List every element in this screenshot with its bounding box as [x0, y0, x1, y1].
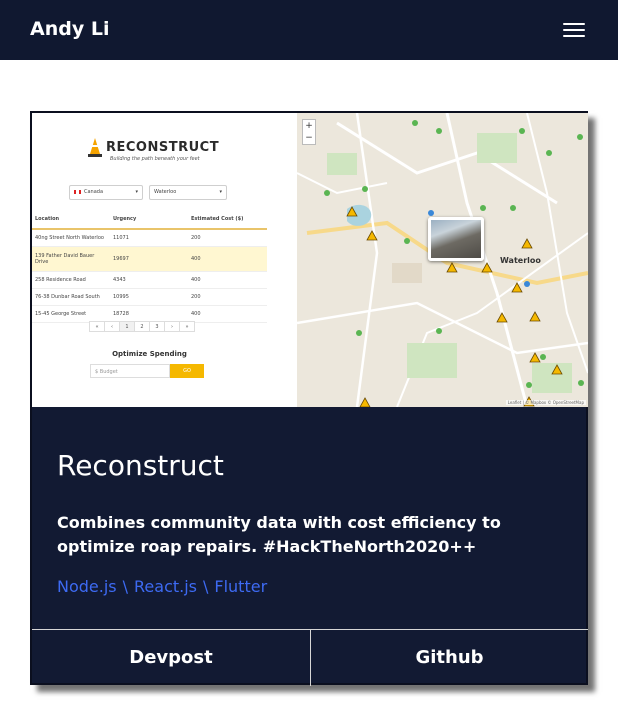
table-cell: 18728 [110, 305, 188, 323]
column-header: Urgency [110, 209, 188, 230]
optimize-spending-title: Optimize Spending [112, 350, 187, 358]
map-city-label: Waterloo [500, 256, 541, 265]
table-row: 40ng Street North Waterloo 11071 200 [32, 229, 267, 247]
traffic-cone-logo-icon [88, 138, 102, 157]
project-title: Reconstruct [57, 449, 224, 482]
devpost-button[interactable]: Devpost [32, 630, 310, 686]
top-navbar: Andy Li [0, 0, 618, 60]
pager-first: « [89, 321, 105, 332]
table-cell: 10995 [110, 288, 188, 306]
preview-city-select: Waterloo ▾ [149, 185, 227, 200]
preview-app-panel: RECONSTRUCT Building the path beneath yo… [32, 113, 297, 407]
pager-page: 2 [134, 321, 150, 332]
project-screenshot: RECONSTRUCT Building the path beneath yo… [32, 113, 588, 407]
table-cell: 15-45 George Street [32, 305, 110, 323]
go-button: GO [170, 364, 204, 378]
hamburger-menu-icon[interactable] [563, 22, 585, 38]
table-row-highlighted: 139 Father David Bauer Drive 19697 400 [32, 246, 267, 272]
table-cell: 200 [188, 288, 267, 306]
card-actions: Devpost Github [32, 629, 588, 686]
zoom-in-icon: + [305, 121, 313, 131]
tag-separator: \ [122, 577, 129, 596]
table-cell: 19697 [110, 246, 188, 272]
column-header: Estimated Cost ($) [188, 209, 267, 230]
table-cell: 4343 [110, 271, 188, 289]
preview-tagline: Building the path beneath your feet [110, 156, 200, 162]
table-row: 258 Residence Road 4343 400 [32, 271, 267, 289]
preview-repairs-table: Location Urgency Estimated Cost ($) 40ng… [32, 209, 267, 323]
table-cell: 400 [188, 305, 267, 323]
hamburger-line [563, 23, 585, 25]
canada-flag-icon [74, 189, 81, 194]
table-row: 15-45 George Street 18728 400 [32, 305, 267, 323]
tag-separator: \ [203, 577, 209, 596]
zoom-out-icon: − [305, 133, 313, 143]
hamburger-line [563, 35, 585, 37]
budget-field: $ Budget [90, 364, 170, 378]
preview-country-select: Canada ▾ [69, 185, 143, 200]
tech-tags: Node.js \ React.js \ Flutter [57, 577, 267, 596]
preview-app-title: RECONSTRUCT [106, 140, 220, 155]
tag-reactjs[interactable]: React.js [134, 577, 197, 596]
project-card: RECONSTRUCT Building the path beneath yo… [30, 111, 588, 686]
chevron-down-icon: ▾ [135, 189, 138, 195]
site-brand[interactable]: Andy Li [30, 18, 109, 40]
table-cell: 400 [188, 271, 267, 289]
pager-last: » [179, 321, 195, 332]
city-value: Waterloo [154, 189, 177, 195]
road-photo-thumbnail [428, 217, 484, 261]
table-header-row: Location Urgency Estimated Cost ($) [32, 209, 267, 230]
table-cell: 40ng Street North Waterloo [32, 229, 110, 247]
pager-page: 3 [149, 321, 165, 332]
pager-prev: ‹ [104, 321, 120, 332]
hamburger-line [563, 29, 585, 31]
table-row: 76-38 Dunbar Road South 10995 200 [32, 288, 267, 306]
preview-pagination: « ‹ 1 2 3 › » [89, 321, 195, 332]
table-cell: 76-38 Dunbar Road South [32, 288, 110, 306]
table-cell: 258 Residence Road [32, 271, 110, 289]
table-cell: 139 Father David Bauer Drive [32, 246, 110, 272]
pager-next: › [164, 321, 180, 332]
column-header: Location [32, 209, 110, 230]
map-attribution: Leaflet | © Mapbox © OpenStreetMap [505, 400, 586, 405]
chevron-down-icon: ▾ [219, 189, 222, 195]
table-cell: 400 [188, 246, 267, 272]
tag-flutter[interactable]: Flutter [214, 577, 267, 596]
table-cell: 11071 [110, 229, 188, 247]
tag-nodejs[interactable]: Node.js [57, 577, 117, 596]
table-cell: 200 [188, 229, 267, 247]
preview-map: + − Waterloo Leaflet | © Mapbox © OpenSt… [297, 113, 588, 407]
pager-page: 1 [119, 321, 135, 332]
map-zoom-control: + − [302, 119, 316, 145]
github-button[interactable]: Github [310, 630, 588, 686]
country-value: Canada [84, 189, 104, 195]
project-description: Combines community data with cost effici… [57, 513, 501, 556]
